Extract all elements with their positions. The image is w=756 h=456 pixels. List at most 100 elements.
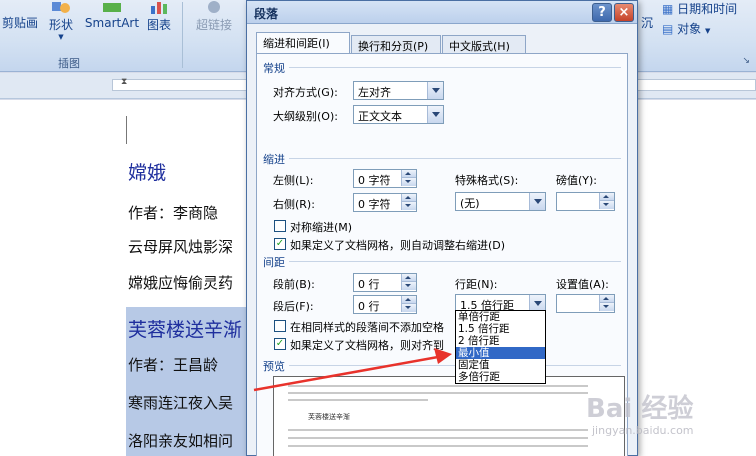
paragraph-dialog: 段落 ? × 缩进和间距(I) 换行和分页(P) 中文版式(H) 常规 对齐方式… xyxy=(246,0,638,456)
baidu-watermark-url: jingyan.baidu.com xyxy=(592,424,694,437)
clipart-button[interactable]: 剪贴画 xyxy=(0,14,40,31)
spacing-at-label: 设置值(A): xyxy=(556,278,609,291)
alignment-select[interactable]: 左对齐 xyxy=(353,81,444,100)
line-spacing-dropdown[interactable]: 单倍行距 1.5 倍行距 2 倍行距 最小值 固定值 多倍行距 xyxy=(455,310,546,384)
outline-level-value: 正文文本 xyxy=(358,110,402,123)
chevron-down-icon: ▼ xyxy=(705,27,711,35)
chart-button[interactable]: 图表 xyxy=(144,0,174,33)
date-time-button[interactable]: ▦ 日期和时间 xyxy=(662,0,756,17)
spin-up-icon[interactable] xyxy=(401,274,416,282)
space-after-value: 0 行 xyxy=(358,300,380,313)
space-after-input[interactable]: 0 行 xyxy=(353,295,417,314)
spin-down-icon[interactable] xyxy=(401,178,416,186)
chevron-down-icon xyxy=(427,106,443,123)
doc-paragraph: 嫦娥应悔偷灵药 xyxy=(128,274,234,292)
no-space-same-style-checkbox[interactable] xyxy=(274,320,286,332)
special-indent-select[interactable]: (无) xyxy=(455,192,546,211)
close-button[interactable]: × xyxy=(614,3,634,22)
dialog-titlebar[interactable]: 段落 ? × xyxy=(247,1,637,24)
tab-panel: 常规 对齐方式(G): 左对齐 大纲级别(O): 正文文本 缩进 左侧(L): … xyxy=(256,53,628,456)
outline-level-select[interactable]: 正文文本 xyxy=(353,105,444,124)
special-indent-label: 特殊格式(S): xyxy=(455,174,519,187)
ribbon-partial-label: 沉 xyxy=(638,14,656,31)
special-indent-value: (无) xyxy=(460,197,480,210)
tab-indent-spacing[interactable]: 缩进和间距(I) xyxy=(256,32,350,55)
doc-paragraph: 云母屏风烛影深 xyxy=(128,238,234,256)
snap-to-grid-checkbox[interactable]: ✓ xyxy=(274,338,286,350)
doc-title: 嫦娥 xyxy=(128,162,167,184)
date-time-label: 日期和时间 xyxy=(677,2,738,16)
line-option-single[interactable]: 单倍行距 xyxy=(456,311,545,323)
section-divider xyxy=(289,158,621,159)
partial-text: 沉 xyxy=(640,16,653,30)
spin-up-icon[interactable] xyxy=(599,295,614,303)
chevron-down-icon xyxy=(529,193,545,210)
chevron-down-icon xyxy=(427,82,443,99)
smartart-button[interactable]: SmartArt xyxy=(84,0,140,30)
indent-marker-icon[interactable]: ⧗ xyxy=(121,77,127,87)
spin-down-icon[interactable] xyxy=(401,202,416,210)
spin-down-icon[interactable] xyxy=(401,282,416,290)
chart-label: 图表 xyxy=(146,18,171,32)
help-button[interactable]: ? xyxy=(592,3,612,22)
smartart-icon xyxy=(103,3,121,12)
indent-by-label: 磅值(Y): xyxy=(556,174,598,187)
shapes-icon xyxy=(52,2,70,13)
right-indent-input[interactable]: 0 字符 xyxy=(353,193,417,212)
spin-up-icon[interactable] xyxy=(401,194,416,202)
chart-icon xyxy=(151,2,167,14)
spin-down-icon[interactable] xyxy=(401,304,416,312)
preview-line xyxy=(288,445,588,447)
spin-up-icon[interactable] xyxy=(599,193,614,201)
line-option-double[interactable]: 2 倍行距 xyxy=(456,335,545,347)
calendar-icon: ▦ xyxy=(662,2,674,16)
space-after-label: 段后(F): xyxy=(273,300,314,313)
line-option-multiple[interactable]: 多倍行距 xyxy=(456,371,545,383)
object-button[interactable]: ▤ 对象 ▼ xyxy=(662,20,756,37)
preview-heading: 预览 xyxy=(263,360,285,373)
dialog-title: 段落 xyxy=(254,7,279,21)
general-heading: 常规 xyxy=(263,62,285,75)
no-space-same-style-label: 在相同样式的段落间不添加空格 xyxy=(290,321,444,334)
section-divider xyxy=(289,67,621,68)
indentation-heading: 缩进 xyxy=(263,153,285,166)
clipart-label: 剪贴画 xyxy=(1,16,38,30)
spacing-at-input[interactable] xyxy=(556,294,615,313)
ribbon-divider xyxy=(182,2,183,68)
spin-up-icon[interactable] xyxy=(401,170,416,178)
preview-box: 芙蓉楼送辛渐 xyxy=(273,376,625,456)
outline-level-label: 大纲级别(O): xyxy=(273,110,338,123)
mirror-indents-checkbox[interactable] xyxy=(274,220,286,232)
shapes-button[interactable]: 形状 ▼ xyxy=(46,0,76,41)
doc-paragraph: 洛阳亲友如相问 xyxy=(128,432,234,450)
preview-line xyxy=(288,392,588,394)
space-before-value: 0 行 xyxy=(358,278,380,291)
object-icon: ▤ xyxy=(662,22,674,36)
tab-line-page-breaks[interactable]: 换行和分页(P) xyxy=(351,35,441,54)
left-indent-input[interactable]: 0 字符 xyxy=(353,169,417,188)
spin-up-icon[interactable] xyxy=(401,296,416,304)
line-option-exactly[interactable]: 固定值 xyxy=(456,359,545,371)
object-label: 对象 xyxy=(677,22,702,36)
space-before-label: 段前(B): xyxy=(273,278,315,291)
preview-line xyxy=(288,399,428,401)
space-before-input[interactable]: 0 行 xyxy=(353,273,417,292)
shapes-label: 形状 xyxy=(48,18,73,32)
line-option-1-5[interactable]: 1.5 倍行距 xyxy=(456,323,545,335)
chevron-down-icon: ▼ xyxy=(58,33,64,41)
spin-down-icon[interactable] xyxy=(599,303,614,311)
left-indent-value: 0 字符 xyxy=(358,174,391,187)
auto-right-indent-checkbox[interactable]: ✓ xyxy=(274,238,286,250)
illustrations-group-label: 插图 xyxy=(58,57,80,70)
line-option-at-least[interactable]: 最小值 xyxy=(456,347,545,359)
preview-line xyxy=(288,437,588,439)
doc-title: 芙蓉楼送辛渐 xyxy=(128,319,243,341)
group-expand-icon[interactable]: ↘ xyxy=(742,56,750,66)
tab-asian-typography[interactable]: 中文版式(H) xyxy=(442,35,526,54)
right-indent-label: 右侧(R): xyxy=(273,198,315,211)
snap-to-grid-label: 如果定义了文档网格，则对齐到 xyxy=(290,339,444,352)
hyperlink-icon xyxy=(208,1,220,13)
indent-by-input[interactable] xyxy=(556,192,615,211)
hyperlink-button[interactable]: 超链接 xyxy=(192,0,236,33)
spin-down-icon[interactable] xyxy=(599,201,614,209)
